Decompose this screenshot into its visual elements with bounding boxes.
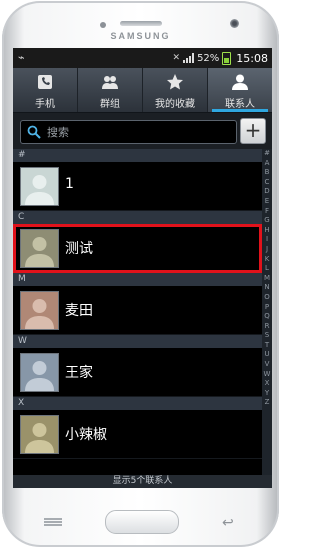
avatar [20, 167, 59, 206]
search-input[interactable] [47, 123, 227, 141]
home-button[interactable] [105, 510, 179, 534]
tab-contacts-label: 联系人 [225, 99, 255, 110]
contact-row[interactable]: 王家 [13, 348, 262, 397]
index-letter[interactable]: C [262, 178, 272, 188]
index-letter[interactable]: S [262, 331, 272, 341]
contact-name: 麦田 [65, 303, 93, 319]
avatar [20, 291, 59, 330]
front-camera [230, 19, 239, 28]
tab-groups-label: 群组 [100, 99, 120, 110]
contact-name: 1 [65, 176, 74, 192]
brand-logo: SAMSUNG [110, 31, 171, 41]
earpiece [120, 21, 162, 26]
index-letter[interactable]: W [262, 370, 272, 380]
index-letter[interactable]: V [262, 360, 272, 370]
index-letter[interactable]: M [262, 274, 272, 284]
index-letter[interactable]: T [262, 341, 272, 351]
tab-favorites-label: 我的收藏 [155, 99, 195, 110]
index-letter[interactable]: K [262, 255, 272, 265]
back-key-icon[interactable]: ↩ [222, 515, 242, 531]
index-letter[interactable]: U [262, 350, 272, 360]
index-letter[interactable]: N [262, 283, 272, 293]
section-header: C [13, 211, 262, 224]
group-icon [102, 76, 118, 89]
index-letter[interactable]: Q [262, 312, 272, 322]
person-icon [232, 74, 248, 90]
alphabet-index-rail[interactable]: # A B C D E F G H I J K L M N O P Q R S T U V W X Y Z [262, 149, 272, 475]
index-letter[interactable]: L [262, 264, 272, 274]
search-box[interactable] [20, 120, 237, 144]
clock: 15:08 [236, 51, 268, 65]
tab-phone-label: 手机 [35, 99, 55, 110]
index-letter[interactable]: E [262, 197, 272, 207]
avatar [20, 415, 59, 454]
battery-icon [222, 51, 232, 65]
proximity-sensor [100, 22, 106, 28]
index-letter[interactable]: X [262, 379, 272, 389]
contact-row[interactable]: 麦田 [13, 286, 262, 335]
phone-body: SAMSUNG ⌁ ✕ 52% 15:08 手机 群组 我的收藏 联系人 搜索 … [2, 1, 279, 547]
avatar [20, 353, 59, 392]
index-letter[interactable]: G [262, 216, 272, 226]
contact-name: 小辣椒 [65, 427, 107, 443]
screen: ⌁ ✕ 52% 15:08 手机 群组 我的收藏 联系人 搜索 + # 1 C … [13, 48, 272, 488]
contact-name: 王家 [65, 365, 93, 381]
tab-bar: 手机 群组 我的收藏 联系人 [13, 68, 272, 113]
search-row: + [13, 113, 272, 149]
index-letter[interactable]: O [262, 293, 272, 303]
section-header: X [13, 397, 262, 410]
avatar [20, 229, 59, 268]
tab-groups[interactable]: 群组 [78, 68, 143, 112]
add-contact-button[interactable]: + [240, 118, 266, 144]
signal-x-icon: ✕ [172, 53, 181, 63]
tab-favorites[interactable]: 我的收藏 [143, 68, 208, 112]
signal-icon [183, 53, 195, 63]
index-letter[interactable]: J [262, 245, 272, 255]
section-header: M [13, 273, 262, 286]
menu-key-icon[interactable] [42, 517, 64, 527]
tab-contacts[interactable]: 联系人 [208, 68, 272, 112]
contact-row[interactable]: 小辣椒 [13, 410, 262, 459]
section-header: # [13, 149, 262, 162]
index-letter[interactable]: Y [262, 389, 272, 399]
contact-row-selected[interactable]: 测试 [13, 224, 262, 273]
index-letter[interactable]: P [262, 303, 272, 313]
tab-phone[interactable]: 手机 [13, 68, 78, 112]
index-letter[interactable]: R [262, 322, 272, 332]
index-letter[interactable]: A [262, 159, 272, 169]
index-letter[interactable]: F [262, 207, 272, 217]
contact-count-footer: 显示5个联系人 [13, 475, 272, 488]
index-letter[interactable]: Z [262, 398, 272, 408]
index-letter[interactable]: H [262, 226, 272, 236]
phone-icon [38, 75, 52, 89]
index-letter[interactable]: I [262, 235, 272, 245]
status-bar: ⌁ ✕ 52% 15:08 [13, 48, 272, 68]
index-letter[interactable]: # [262, 149, 272, 159]
index-letter[interactable]: D [262, 187, 272, 197]
section-header: W [13, 335, 262, 348]
star-icon [167, 74, 183, 90]
usb-icon: ⌁ [18, 51, 25, 64]
contact-row[interactable]: 1 [13, 162, 262, 211]
contact-list: # 1 C 测试 M 麦田 W 王家 X 小辣椒 [13, 149, 262, 475]
index-letter[interactable]: B [262, 168, 272, 178]
battery-percent: 52% [197, 52, 220, 64]
search-icon [27, 125, 41, 139]
contact-name: 测试 [65, 241, 93, 257]
